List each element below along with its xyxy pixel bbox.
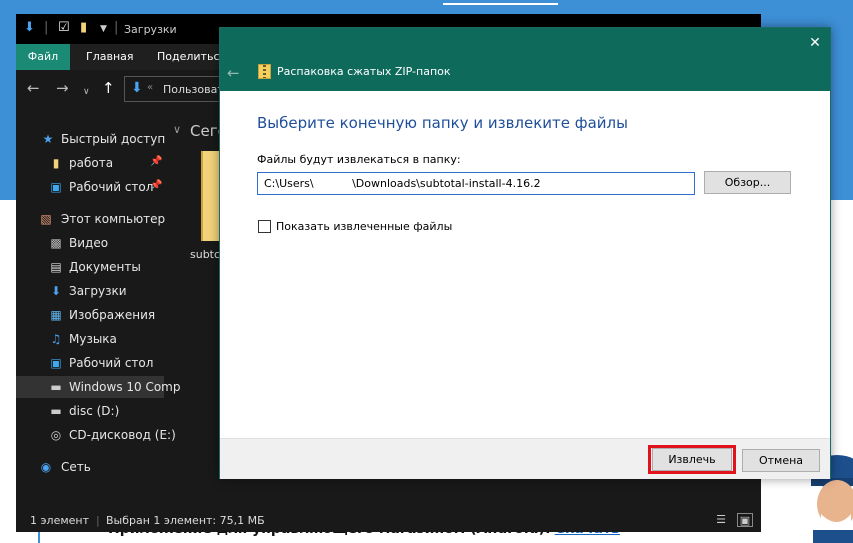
large-icons-view-icon[interactable]: ▣ bbox=[737, 513, 753, 527]
nav-item-label: Быстрый доступ bbox=[61, 132, 166, 146]
destination-label: Файлы будут извлекаться в папку: bbox=[257, 153, 461, 166]
ribbon-tab-file[interactable]: Файл bbox=[16, 44, 70, 70]
dialog-heading: Выберите конечную папку и извлеките файл… bbox=[257, 114, 628, 132]
computer-icon: ▧ bbox=[40, 212, 52, 226]
folder-icon: ▮ bbox=[52, 156, 60, 170]
nav-item-windows-drive[interactable]: ▬ Windows 10 Comp bbox=[16, 376, 181, 398]
dialog-title: Распаковка сжатых ZIP-папок bbox=[277, 65, 451, 78]
navigation-pane: ★ Быстрый доступ ▮ работа 📌 ▣ Рабочий ст… bbox=[16, 122, 181, 502]
show-extracted-files-checkbox[interactable] bbox=[258, 220, 271, 233]
back-arrow-icon[interactable]: ← bbox=[227, 64, 240, 82]
nav-item-desktop[interactable]: ▣ Рабочий стол bbox=[16, 352, 164, 374]
download-arrow-icon: ⬇ bbox=[24, 20, 35, 35]
chevron-left-icon: « bbox=[147, 82, 154, 93]
show-extracted-files-label[interactable]: Показать извлеченные файлы bbox=[276, 220, 452, 233]
nav-item-network[interactable]: ◉ Сеть bbox=[16, 456, 164, 478]
status-divider: | bbox=[96, 514, 100, 527]
nav-item-documents[interactable]: ▤ Документы bbox=[16, 256, 164, 278]
nav-item-label: Документы bbox=[69, 260, 141, 274]
cd-drive-icon: ◎ bbox=[50, 428, 62, 442]
new-folder-icon[interactable]: ▮ bbox=[80, 20, 87, 35]
pin-icon: 📌 bbox=[150, 156, 163, 167]
file-name[interactable]: subtc bbox=[190, 248, 220, 261]
zip-folder-icon bbox=[258, 64, 271, 79]
cancel-button[interactable]: Отмена bbox=[742, 449, 820, 472]
recent-locations-icon[interactable]: ∨ bbox=[83, 85, 90, 100]
ribbon-tab-share[interactable]: Поделиться bbox=[157, 44, 226, 70]
explorer-title: Загрузки bbox=[124, 23, 177, 36]
nav-item-downloads[interactable]: ⬇ Загрузки bbox=[16, 280, 164, 302]
star-icon: ★ bbox=[42, 132, 54, 146]
ribbon-tab-home[interactable]: Главная bbox=[86, 44, 134, 70]
close-icon[interactable]: ✕ bbox=[802, 32, 828, 54]
pictures-icon: ▦ bbox=[50, 308, 62, 322]
divider-icon: | bbox=[114, 20, 119, 35]
nav-item-label: Сеть bbox=[61, 460, 91, 474]
nav-item-label: Загрузки bbox=[69, 284, 127, 298]
nav-item-label: Рабочий стол bbox=[69, 356, 154, 370]
nav-item-label: Изображения bbox=[69, 308, 156, 322]
drive-icon: ▬ bbox=[50, 404, 62, 418]
desktop-icon: ▣ bbox=[50, 180, 62, 194]
nav-item-music[interactable]: ♫ Музыка bbox=[16, 328, 164, 350]
nav-item-label: работа bbox=[69, 156, 114, 170]
forward-arrow-icon[interactable]: → bbox=[56, 81, 69, 96]
web-nav-underline bbox=[443, 3, 558, 5]
nav-item-label: disc (D:) bbox=[69, 404, 120, 418]
nav-item-label: Windows 10 Comp bbox=[69, 380, 181, 394]
nav-item-label: Видео bbox=[69, 236, 109, 250]
status-bar: 1 элемент | Выбран 1 элемент: 75,1 МБ ☰ … bbox=[16, 510, 761, 532]
properties-icon[interactable]: ☑ bbox=[58, 20, 70, 35]
drive-icon: ▬ bbox=[50, 380, 62, 394]
status-item-count: 1 элемент bbox=[30, 514, 89, 527]
nav-item-pictures[interactable]: ▦ Изображения bbox=[16, 304, 164, 326]
nav-item-label: Рабочий стол bbox=[69, 180, 154, 194]
documents-icon: ▤ bbox=[50, 260, 62, 274]
destination-path-input[interactable] bbox=[257, 172, 695, 195]
up-arrow-icon[interactable]: ↑ bbox=[102, 81, 115, 96]
downloads-icon: ⬇ bbox=[50, 284, 62, 298]
nav-item-desktop-pinned[interactable]: ▣ Рабочий стол 📌 bbox=[16, 176, 164, 198]
extract-button[interactable]: Извлечь bbox=[652, 448, 732, 471]
nav-item-label: Этот компьютер bbox=[61, 212, 166, 226]
dialog-titlebar: ← Распаковка сжатых ZIP-папок ✕ bbox=[220, 28, 830, 91]
nav-item-label: CD-дисковод (E:) bbox=[69, 428, 176, 442]
desktop-icon: ▣ bbox=[50, 356, 62, 370]
nav-item-work[interactable]: ▮ работа 📌 bbox=[16, 152, 164, 174]
nav-item-quick-access[interactable]: ★ Быстрый доступ bbox=[16, 128, 166, 150]
status-selection: Выбран 1 элемент: 75,1 МБ bbox=[106, 514, 265, 527]
chevron-down-icon[interactable]: ∨ bbox=[173, 123, 181, 136]
network-icon: ◉ bbox=[40, 460, 52, 474]
video-icon: ▩ bbox=[50, 236, 62, 250]
nav-item-this-pc[interactable]: ▧ Этот компьютер bbox=[16, 208, 166, 230]
downloads-icon: ⬇ bbox=[131, 80, 143, 96]
divider-icon: | bbox=[44, 20, 49, 35]
nav-item-disc-d[interactable]: ▬ disc (D:) bbox=[16, 400, 164, 422]
nav-item-video[interactable]: ▩ Видео bbox=[16, 232, 164, 254]
customize-toolbar-icon[interactable]: ▼ bbox=[100, 24, 107, 34]
nav-item-cd-drive[interactable]: ◎ CD-дисковод (E:) bbox=[16, 424, 176, 446]
pin-icon: 📌 bbox=[150, 180, 163, 191]
nav-item-label: Музыка bbox=[69, 332, 117, 346]
dialog-footer: Извлечь Отмена bbox=[220, 438, 830, 479]
music-icon: ♫ bbox=[50, 332, 62, 346]
extract-zip-dialog: ← Распаковка сжатых ZIP-папок ✕ Выберите… bbox=[219, 27, 831, 479]
back-arrow-icon[interactable]: ← bbox=[27, 81, 40, 96]
details-view-icon[interactable]: ☰ bbox=[713, 513, 729, 527]
browse-button[interactable]: Обзор... bbox=[704, 171, 791, 194]
